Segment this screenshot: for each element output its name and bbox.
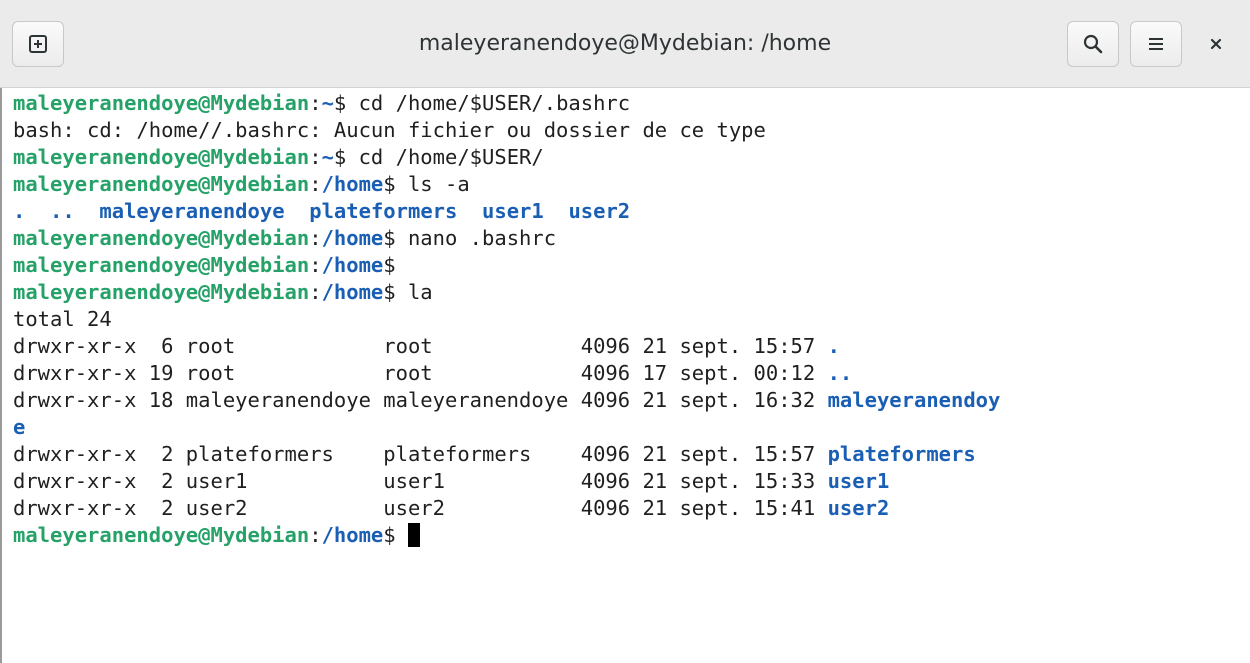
prompt-line: maleyeranendoye@Mydebian:~$ cd /home/$US…: [13, 90, 1250, 117]
prompt-colon: :: [309, 172, 322, 196]
prompt-line: maleyeranendoye@Mydebian:~$ cd /home/$US…: [13, 144, 1250, 171]
prompt-dollar: $: [333, 145, 347, 169]
listing-row: e: [13, 414, 1250, 441]
listing-details: drwxr-xr-x 19 root root 4096 17 sept. 00…: [13, 361, 828, 385]
listing-details: drwxr-xr-x 18 maleyeranendoye maleyerane…: [13, 388, 828, 412]
prompt-dollar: $: [383, 280, 396, 304]
listing-row: drwxr-xr-x 6 root root 4096 21 sept. 15:…: [13, 333, 1250, 360]
listing-details: drwxr-xr-x 2 plateformers plateformers 4…: [13, 442, 828, 466]
prompt-line: maleyeranendoye@Mydebian:/home$ la: [13, 279, 1250, 306]
ls-output-line: . .. maleyeranendoye plateformers user1 …: [13, 198, 1250, 225]
prompt-line: maleyeranendoye@Mydebian:/home$ nano .ba…: [13, 225, 1250, 252]
header-bar: maleyeranendoye@Mydebian: /home: [0, 0, 1250, 88]
directory-entry: ..: [50, 199, 75, 223]
output-line: bash: cd: /home//.bashrc: Aucun fichier …: [13, 117, 1250, 144]
prompt-path: /home: [321, 226, 384, 250]
window-title: maleyeranendoye@Mydebian: /home: [418, 31, 832, 56]
listing-details: drwxr-xr-x 2 user2 user2 4096 21 sept. 1…: [13, 496, 828, 520]
terminal-output[interactable]: maleyeranendoye@Mydebian:~$ cd /home/$US…: [0, 88, 1250, 663]
directory-entry: plateformers: [309, 199, 458, 223]
search-button[interactable]: [1067, 21, 1119, 67]
command-text: ls -a: [395, 172, 470, 196]
prompt-user-host: maleyeranendoye@Mydebian: [13, 145, 310, 169]
directory-name: e: [13, 415, 26, 439]
prompt-user-host: maleyeranendoye@Mydebian: [13, 91, 310, 115]
command-text: la: [395, 280, 433, 304]
directory-entry: user2: [568, 199, 631, 223]
prompt-path: /home: [321, 172, 384, 196]
output-text: total 24: [13, 307, 112, 331]
command-text: nano .bashrc: [395, 226, 557, 250]
listing-row: drwxr-xr-x 18 maleyeranendoye maleyerane…: [13, 387, 1250, 414]
prompt-line: maleyeranendoye@Mydebian:/home$: [13, 252, 1250, 279]
directory-entry: .: [13, 199, 26, 223]
prompt-line: maleyeranendoye@Mydebian:/home$: [13, 522, 1250, 549]
directory-name: user2: [827, 496, 890, 520]
prompt-dollar: $: [383, 523, 396, 547]
directory-entry: user1: [482, 199, 544, 223]
prompt-user-host: maleyeranendoye@Mydebian: [13, 172, 310, 196]
prompt-user-host: maleyeranendoye@Mydebian: [13, 253, 310, 277]
directory-name: user1: [827, 469, 890, 493]
listing-row: drwxr-xr-x 2 plateformers plateformers 4…: [13, 441, 1250, 468]
text-cursor: [407, 523, 420, 547]
prompt-dollar: $: [383, 226, 396, 250]
prompt-path: /home: [321, 253, 384, 277]
directory-entry: maleyeranendoye: [99, 199, 285, 223]
listing-row: drwxr-xr-x 2 user1 user1 4096 21 sept. 1…: [13, 468, 1250, 495]
hamburger-menu-icon: [1149, 38, 1163, 50]
search-icon: [1083, 34, 1103, 54]
command-text: [396, 523, 408, 547]
prompt-path: /home: [321, 523, 384, 547]
prompt-colon: :: [309, 280, 322, 304]
listing-row: drwxr-xr-x 19 root root 4096 17 sept. 00…: [13, 360, 1250, 387]
command-text: cd /home/$USER/.bashrc: [346, 91, 631, 115]
prompt-user-host: maleyeranendoye@Mydebian: [13, 280, 310, 304]
directory-name: ..: [827, 361, 853, 385]
prompt-line: maleyeranendoye@Mydebian:/home$ ls -a: [13, 171, 1250, 198]
prompt-user-host: maleyeranendoye@Mydebian: [13, 523, 310, 547]
listing-details: drwxr-xr-x 6 root root 4096 21 sept. 15:…: [13, 334, 828, 358]
command-text: cd /home/$USER/: [346, 145, 544, 169]
prompt-dollar: $: [383, 253, 396, 277]
prompt-path: ~: [321, 145, 334, 169]
directory-name: plateformers: [827, 442, 976, 466]
prompt-dollar: $: [383, 172, 396, 196]
prompt-dollar: $: [333, 91, 347, 115]
listing-row: drwxr-xr-x 2 user2 user2 4096 21 sept. 1…: [13, 495, 1250, 522]
prompt-colon: :: [309, 91, 322, 115]
prompt-colon: :: [309, 145, 322, 169]
prompt-path: /home: [321, 280, 384, 304]
listing-details: drwxr-xr-x 2 user1 user1 4096 21 sept. 1…: [13, 469, 828, 493]
directory-name: maleyeranendoy: [827, 388, 1001, 412]
close-button[interactable]: [1196, 26, 1236, 62]
prompt-path: ~: [321, 91, 334, 115]
output-line: total 24: [13, 306, 1250, 333]
prompt-user-host: maleyeranendoye@Mydebian: [13, 226, 310, 250]
terminal-window: maleyeranendoye@Mydebian: /home maleyera…: [0, 0, 1250, 663]
directory-name: .: [827, 334, 840, 358]
prompt-colon: :: [309, 523, 322, 547]
prompt-colon: :: [309, 253, 322, 277]
menu-button[interactable]: [1130, 21, 1182, 67]
prompt-colon: :: [309, 226, 322, 250]
output-text: bash: cd: /home//.bashrc: Aucun fichier …: [13, 118, 766, 142]
close-icon: [1210, 38, 1222, 50]
